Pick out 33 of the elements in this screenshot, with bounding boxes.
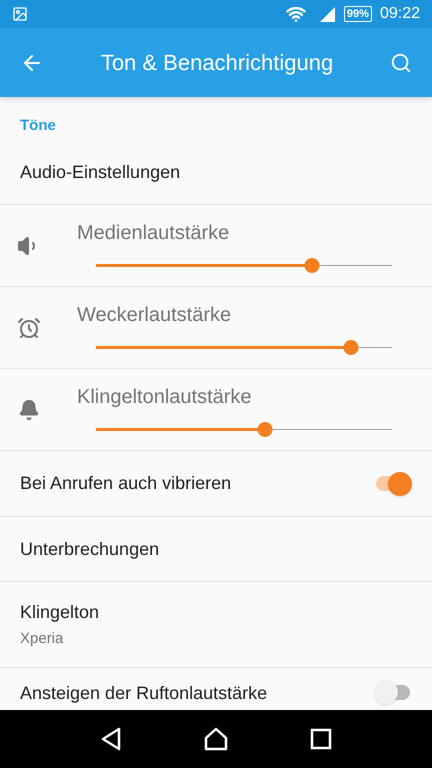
- recent-apps-icon[interactable]: [310, 728, 332, 750]
- slider-thumb[interactable]: [257, 422, 272, 437]
- image-notification-icon: [12, 6, 28, 22]
- volume-slider[interactable]: [96, 340, 392, 356]
- item-title: Audio-Einstellungen: [20, 160, 182, 184]
- volume-label: Medienlautstärke: [77, 220, 230, 246]
- slider-thumb[interactable]: [343, 340, 358, 355]
- item-title: Klingelton: [20, 600, 100, 624]
- signal-icon: [318, 5, 336, 23]
- item-title: Bei Anrufen auch vibrieren: [20, 472, 232, 495]
- home-icon[interactable]: [202, 727, 229, 751]
- toggle-switch[interactable]: [374, 680, 412, 704]
- item-subtitle: Xperia: [20, 628, 64, 649]
- item-title: Unterbrechungen: [20, 538, 160, 561]
- toggle-switch[interactable]: [374, 472, 412, 496]
- settings-item[interactable]: Audio-Einstellungen: [0, 140, 432, 205]
- bell-icon: [18, 398, 40, 420]
- volume-slider[interactable]: [96, 258, 392, 274]
- item-title: Ansteigen der Ruftonlautstärke: [20, 682, 268, 705]
- section-header: Töne: [20, 116, 56, 136]
- settings-item[interactable]: Unterbrechungen: [0, 517, 432, 582]
- volume-label: Weckerlautstärke: [77, 302, 232, 328]
- back-icon[interactable]: [100, 727, 122, 751]
- volume-slider[interactable]: [96, 422, 392, 438]
- clock-text: 09:22: [380, 4, 420, 24]
- settings-item[interactable]: Klingelton Xperia: [0, 582, 432, 668]
- search-button[interactable]: [390, 52, 412, 74]
- volume-label: Klingeltonlautstärke: [77, 384, 253, 410]
- slider-thumb[interactable]: [304, 258, 320, 273]
- battery-indicator: 99%: [344, 6, 372, 22]
- alarm-clock-icon: [17, 316, 41, 340]
- screen-title: Ton & Benachrichtigung: [100, 49, 334, 77]
- wifi-icon: [286, 4, 306, 24]
